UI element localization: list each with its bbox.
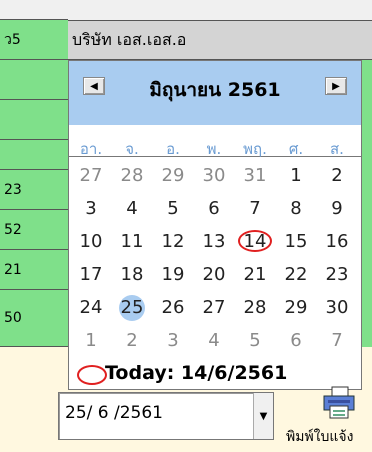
- day-cell[interactable]: 23: [319, 260, 355, 290]
- day-cell[interactable]: 10: [73, 227, 109, 257]
- row-number-cell[interactable]: [0, 140, 68, 170]
- weekday-header-row: อา. จ. อ. พ. พฤ. ศ. ส.: [69, 135, 361, 158]
- day-cell[interactable]: 7: [237, 194, 273, 224]
- day-cell[interactable]: 5: [155, 194, 191, 224]
- row-number-cell[interactable]: [0, 100, 68, 140]
- day-cell[interactable]: 30: [196, 161, 232, 191]
- day-cell[interactable]: 31: [237, 161, 273, 191]
- day-cell[interactable]: 15: [278, 227, 314, 257]
- month-title: มิถุนายน 2561: [149, 79, 281, 101]
- day-cell[interactable]: 21: [237, 260, 273, 290]
- day-cell[interactable]: 11: [114, 227, 150, 257]
- day-cell[interactable]: 28: [114, 161, 150, 191]
- day-cell[interactable]: 29: [155, 161, 191, 191]
- day-cell[interactable]: 3: [73, 194, 109, 224]
- day-cell[interactable]: 22: [278, 260, 314, 290]
- day-cell[interactable]: 30: [319, 293, 355, 323]
- weekday-header: ส.: [330, 140, 344, 158]
- day-cell[interactable]: 1: [73, 326, 109, 356]
- row-number-cell[interactable]: [0, 60, 68, 100]
- weekday-header: อา.: [79, 140, 103, 158]
- row-number-cell[interactable]: 23: [0, 170, 68, 210]
- arrow-right-icon: ▶: [332, 80, 340, 92]
- calendar-popup: ◀ มิถุนายน 2561 ▶ อา. จ. อ. พ. พฤ. ศ. ส. 27 28 2…: [68, 60, 362, 390]
- weekday-header: พ.: [206, 140, 222, 158]
- day-cell[interactable]: 7: [319, 326, 355, 356]
- weekday-header: ศ.: [288, 140, 304, 158]
- weekday-header: พฤ.: [243, 140, 267, 158]
- today-circle-icon: [77, 365, 107, 385]
- day-cell[interactable]: 28: [237, 293, 273, 323]
- print-button-label: พิมพ์ใบแจ้ง: [286, 429, 354, 445]
- today-label[interactable]: Today: 14/6/2561: [105, 362, 287, 384]
- day-cell[interactable]: 8: [278, 194, 314, 224]
- day-cell[interactable]: 18: [114, 260, 150, 290]
- weekday-header: อ.: [166, 140, 180, 158]
- today-circle-icon: [238, 230, 272, 252]
- day-cell[interactable]: 13: [196, 227, 232, 257]
- row-number-cell[interactable]: 52: [0, 210, 68, 250]
- day-cell[interactable]: 17: [73, 260, 109, 290]
- right-column-edge: [362, 60, 372, 350]
- day-cell[interactable]: 4: [114, 194, 150, 224]
- day-cell[interactable]: 1: [278, 161, 314, 191]
- day-cell[interactable]: 2: [114, 326, 150, 356]
- day-cell[interactable]: 6: [278, 326, 314, 356]
- day-cell[interactable]: 27: [73, 161, 109, 191]
- print-notice-button[interactable]: พิมพ์ใบแจ้ง: [282, 386, 372, 452]
- date-picker-value[interactable]: 25/ 6 /2561: [65, 403, 163, 423]
- day-cell[interactable]: 5: [237, 326, 273, 356]
- day-cell[interactable]: 9: [319, 194, 355, 224]
- dropdown-button[interactable]: ▼: [253, 393, 273, 439]
- day-cell[interactable]: 4: [196, 326, 232, 356]
- left-column: ว5 23 52 21 50: [0, 0, 68, 347]
- day-cell[interactable]: 6: [196, 194, 232, 224]
- arrow-left-icon: ◀: [90, 80, 98, 92]
- company-cell: บริษัท เอส.เอส.อ: [72, 30, 187, 49]
- day-cell[interactable]: 20: [196, 260, 232, 290]
- printer-icon: [323, 386, 355, 419]
- day-cell[interactable]: 19: [155, 260, 191, 290]
- day-cell[interactable]: 3: [155, 326, 191, 356]
- day-cell[interactable]: 27: [196, 293, 232, 323]
- prev-month-button[interactable]: ◀: [83, 77, 105, 95]
- day-cell[interactable]: 16: [319, 227, 355, 257]
- day-cell[interactable]: 26: [155, 293, 191, 323]
- day-cell[interactable]: 24: [73, 293, 109, 323]
- date-picker-field[interactable]: 25/ 6 /2561 ▼: [58, 392, 274, 440]
- row-number-cell[interactable]: 21: [0, 250, 68, 290]
- day-cell[interactable]: 2: [319, 161, 355, 191]
- day-cell[interactable]: 29: [278, 293, 314, 323]
- next-month-button[interactable]: ▶: [325, 77, 347, 95]
- day-cell[interactable]: 12: [155, 227, 191, 257]
- day-cell-selected[interactable]: 25: [114, 293, 150, 323]
- chevron-down-icon: ▼: [259, 410, 268, 422]
- today-row[interactable]: Today: 14/6/2561: [69, 361, 361, 389]
- row-number-cell[interactable]: 50: [0, 290, 68, 347]
- row-number-cell[interactable]: ว5: [0, 20, 68, 60]
- header-cell: [0, 0, 68, 20]
- weekday-header: จ.: [125, 140, 139, 158]
